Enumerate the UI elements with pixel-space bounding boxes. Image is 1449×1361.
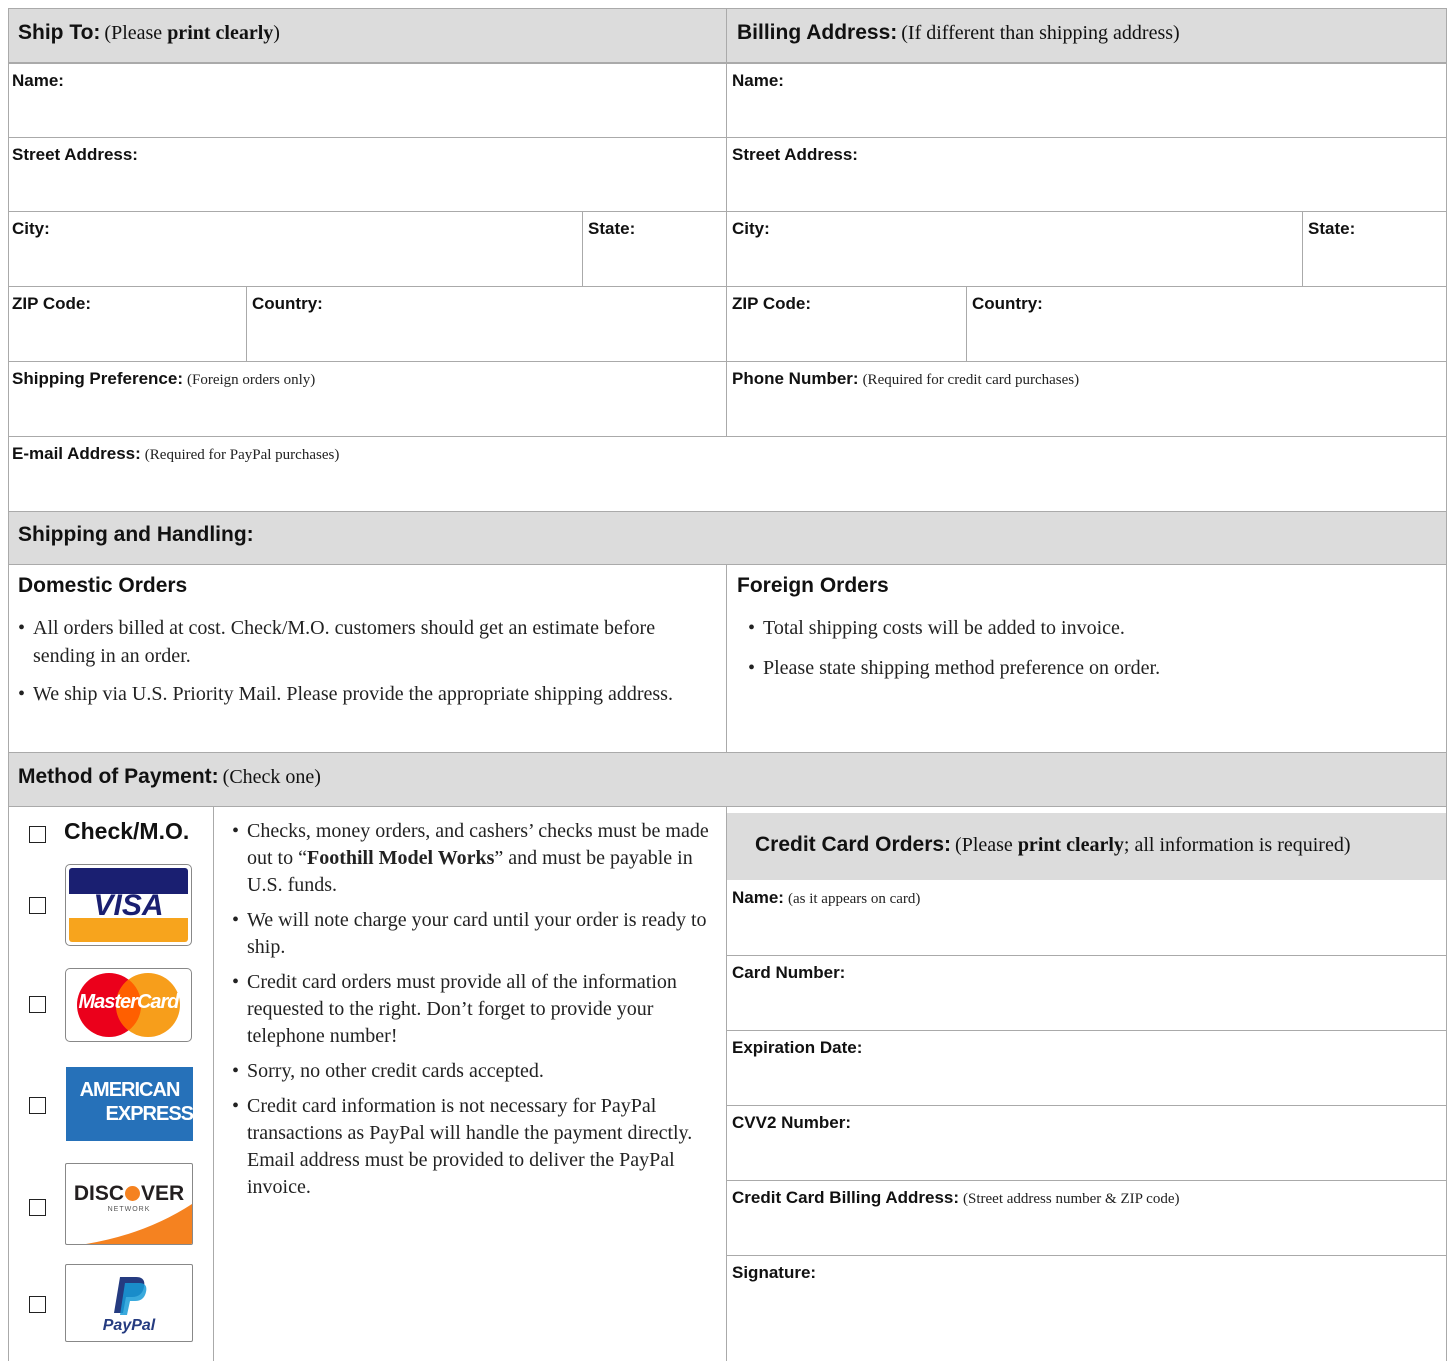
paypal-logo: PayPal (65, 1264, 193, 1342)
discover-logo-sub: NETWORK (107, 1206, 151, 1213)
bill-name-label: Name: (732, 71, 784, 90)
ship-to-header: Ship To: (Please print clearly) (8, 8, 726, 63)
ship-country-field[interactable]: Country: (246, 286, 726, 361)
paypal-checkbox[interactable] (29, 1296, 46, 1313)
order-form: Ship To: (Please print clearly) Billing … (0, 0, 1449, 1361)
bill-country-field[interactable]: Country: (966, 286, 1446, 361)
ship-name-label: Name: (12, 71, 64, 90)
discover-logo: DISC VER NETWORK (65, 1163, 193, 1245)
shipping-preference-field[interactable]: Shipping Preference: (Foreign orders onl… (8, 361, 726, 436)
domestic-orders-title: Domestic Orders (18, 574, 188, 597)
credit-card-note: (Please print clearly; all information i… (955, 834, 1351, 856)
payment-note: (Check one) (222, 766, 321, 788)
mastercard-logo: MasterCard (65, 968, 192, 1042)
amex-logo-line2: EXPRESS (105, 1103, 194, 1125)
bill-street-label: Street Address: (732, 145, 858, 164)
card-number-field[interactable]: Card Number: (726, 955, 1446, 1030)
bill-zip-label: ZIP Code: (732, 294, 812, 313)
foreign-orders-title: Foreign Orders (737, 574, 889, 597)
shipping-preference-label: Shipping Preference: (12, 369, 183, 388)
domestic-orders-list: All orders billed at cost. Check/M.O. cu… (18, 614, 688, 708)
signature-field[interactable]: Signature: (726, 1255, 1446, 1361)
ship-city-label: City: (12, 219, 50, 238)
foreign-item-0: Total shipping costs will be added to in… (748, 614, 1428, 642)
expiration-date-field[interactable]: Expiration Date: (726, 1030, 1446, 1105)
domestic-orders-section: Domestic Orders All orders billed at cos… (8, 564, 726, 752)
shipping-handling-title: Shipping and Handling: (18, 523, 254, 546)
domestic-item-1: We ship via U.S. Priority Mail. Please p… (18, 680, 688, 708)
bill-city-label: City: (732, 219, 770, 238)
bill-country-label: Country: (972, 294, 1043, 313)
domestic-item-0: All orders billed at cost. Check/M.O. cu… (18, 614, 688, 670)
ship-city-field[interactable]: City: (8, 211, 582, 286)
amex-checkbox[interactable] (29, 1097, 46, 1114)
visa-logo-text: VISA (93, 889, 164, 922)
signature-label: Signature: (732, 1263, 817, 1282)
bill-name-field[interactable]: Name: (726, 63, 1446, 137)
expiration-date-label: Expiration Date: (732, 1038, 863, 1057)
foreign-orders-section: Foreign Orders Total shipping costs will… (726, 564, 1446, 752)
amex-logo-line1: AMERICAN (79, 1079, 181, 1101)
email-label: E-mail Address: (12, 444, 141, 463)
email-field[interactable]: E-mail Address: (Required for PayPal pur… (8, 436, 1446, 511)
ship-state-field[interactable]: State: (582, 211, 726, 286)
ship-street-label: Street Address: (12, 145, 138, 164)
payment-info-item-1: We will note charge your card until your… (232, 907, 714, 961)
check-mo-checkbox[interactable] (29, 826, 46, 843)
cc-name-field[interactable]: Name: (as it appears on card) (726, 880, 1446, 955)
billing-header: Billing Address: (If different than ship… (726, 8, 1446, 63)
cvv2-label: CVV2 Number: (732, 1113, 852, 1132)
visa-logo: VISA (65, 864, 192, 946)
credit-card-header: Credit Card Orders: (Please print clearl… (726, 813, 1446, 880)
bill-state-label: State: (1308, 219, 1356, 238)
cvv2-field[interactable]: CVV2 Number: (726, 1105, 1446, 1180)
ship-name-field[interactable]: Name: (8, 63, 726, 137)
discover-logo-text: DISC VER (73, 1182, 185, 1205)
paypal-p-icon (114, 1277, 147, 1315)
ship-zip-field[interactable]: ZIP Code: (8, 286, 246, 361)
shipping-handling-header: Shipping and Handling: (8, 511, 1446, 564)
payment-info-item-2: Credit card orders must provide all of t… (232, 969, 714, 1050)
phone-number-label: Phone Number: (732, 369, 859, 388)
amex-logo: AMERICAN EXPRESS (66, 1067, 194, 1141)
phone-number-note: (Required for credit card purchases) (862, 372, 1080, 388)
ship-country-label: Country: (252, 294, 323, 313)
cc-billing-address-field[interactable]: Credit Card Billing Address: (Street add… (726, 1180, 1446, 1255)
ship-street-field[interactable]: Street Address: (8, 137, 726, 211)
foreign-item-1: Please state shipping method preference … (748, 654, 1428, 682)
ship-zip-label: ZIP Code: (12, 294, 92, 313)
discover-checkbox[interactable] (29, 1199, 46, 1216)
bill-zip-field[interactable]: ZIP Code: (726, 286, 966, 361)
ship-state-label: State: (588, 219, 636, 238)
payment-header: Method of Payment: (Check one) (8, 752, 1446, 806)
credit-card-title: Credit Card Orders: (755, 833, 952, 856)
mastercard-logo-text: MasterCard (78, 991, 179, 1013)
payment-info-item-3: Sorry, no other credit cards accepted. (232, 1058, 714, 1085)
visa-checkbox[interactable] (29, 897, 46, 914)
mastercard-checkbox[interactable] (29, 996, 46, 1013)
ship-to-title: Ship To: (18, 21, 101, 44)
paypal-logo-text: PayPal (102, 1317, 156, 1334)
payment-info-item-0: Checks, money orders, and cashers’ check… (232, 818, 714, 899)
foreign-orders-list: Total shipping costs will be added to in… (748, 614, 1428, 682)
ship-to-note: (Please print clearly) (104, 22, 280, 44)
shipping-preference-note: (Foreign orders only) (186, 372, 316, 388)
billing-note: (If different than shipping address) (901, 22, 1180, 44)
cc-name-note: (as it appears on card) (787, 891, 921, 907)
cc-billing-address-label: Credit Card Billing Address: (732, 1188, 960, 1207)
payment-title: Method of Payment: (18, 765, 219, 788)
bill-state-field[interactable]: State: (1302, 211, 1446, 286)
card-number-label: Card Number: (732, 963, 846, 982)
bill-street-field[interactable]: Street Address: (726, 137, 1446, 211)
payment-info-item-4: Credit card information is not necessary… (232, 1093, 714, 1201)
phone-number-field[interactable]: Phone Number: (Required for credit card … (726, 361, 1446, 436)
email-note: (Required for PayPal purchases) (144, 447, 340, 463)
billing-title: Billing Address: (737, 21, 898, 44)
cc-billing-address-note: (Street address number & ZIP code) (963, 1191, 1180, 1207)
payment-info-list: Checks, money orders, and cashers’ check… (232, 818, 714, 1201)
check-mo-label: Check/M.O. (64, 818, 190, 844)
cc-name-label: Name: (732, 888, 784, 907)
bill-city-field[interactable]: City: (726, 211, 1302, 286)
